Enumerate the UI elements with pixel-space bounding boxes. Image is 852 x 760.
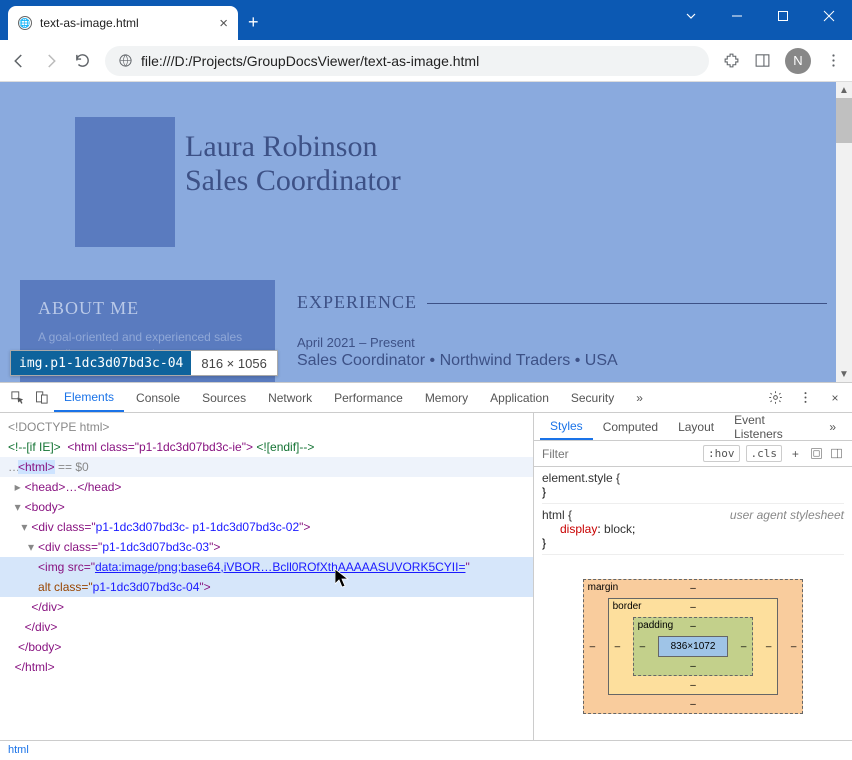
tab-sources[interactable]: Sources	[192, 383, 256, 412]
person-name: Laura Robinson	[185, 130, 377, 164]
devtools: Elements Console Sources Network Perform…	[0, 382, 852, 760]
experience-section: EXPERIENCE April 2021 – Present Sales Co…	[297, 292, 827, 370]
tab-elements[interactable]: Elements	[54, 383, 124, 412]
tab-title: text-as-image.html	[40, 16, 211, 30]
devtools-menu-icon[interactable]	[794, 387, 816, 409]
reload-button[interactable]	[74, 52, 91, 69]
tooltip-dimensions: 816 × 1056	[191, 356, 276, 371]
cls-toggle[interactable]: .cls	[746, 445, 783, 462]
tabs-overflow-icon[interactable]: »	[626, 383, 653, 412]
extensions-icon[interactable]	[723, 52, 740, 69]
page-viewport: Laura Robinson Sales Coordinator ABOUT M…	[0, 82, 852, 382]
tab-styles[interactable]: Styles	[540, 413, 593, 440]
page-icon: 🌐	[18, 16, 32, 30]
tab-performance[interactable]: Performance	[324, 383, 413, 412]
about-heading: ABOUT ME	[38, 298, 257, 319]
back-button[interactable]	[10, 52, 28, 70]
toggle-panel-icon[interactable]	[829, 443, 844, 465]
person-role: Sales Coordinator	[185, 164, 401, 198]
scroll-up-icon[interactable]: ▲	[836, 82, 852, 98]
photo-placeholder	[75, 117, 175, 247]
scroll-down-icon[interactable]: ▼	[836, 366, 852, 382]
dom-doctype: <!DOCTYPE html>	[8, 420, 109, 434]
styles-tabs: Styles Computed Layout Event Listeners »	[534, 413, 852, 441]
tab-network[interactable]: Network	[258, 383, 322, 412]
inspect-tooltip: img.p1-1dc3d07bd3c-04 816 × 1056	[10, 350, 278, 376]
devtools-close-icon[interactable]: ×	[824, 387, 846, 409]
scrollbar-thumb[interactable]	[836, 98, 852, 143]
tab-memory[interactable]: Memory	[415, 383, 478, 412]
address-bar: file:///D:/Projects/GroupDocsViewer/text…	[0, 40, 852, 82]
tab-event-listeners[interactable]: Event Listeners	[724, 413, 819, 440]
viewport-scrollbar[interactable]: ▲ ▼	[836, 82, 852, 382]
close-window-button[interactable]	[806, 0, 852, 32]
browser-tab[interactable]: 🌐 text-as-image.html ×	[8, 6, 238, 40]
styles-filter-input[interactable]	[542, 447, 697, 461]
side-panel-icon[interactable]	[754, 52, 771, 69]
forward-button[interactable]	[42, 52, 60, 70]
dropdown-icon[interactable]	[668, 0, 714, 32]
box-model: margin –––– border –––– padding –––– 836…	[542, 559, 844, 734]
css-rules[interactable]: element.style { } html {user agent style…	[534, 467, 852, 740]
elements-panel[interactable]: <!DOCTYPE html> <!--[if IE]> <html class…	[0, 413, 534, 740]
inspect-element-icon[interactable]	[6, 387, 28, 409]
experience-date: April 2021 – Present	[297, 335, 827, 350]
experience-position: Sales Coordinator • Northwind Traders • …	[297, 352, 827, 370]
window-titlebar: 🌐 text-as-image.html × +	[0, 0, 852, 40]
box-content: 836×1072	[658, 636, 729, 657]
styles-panel: Styles Computed Layout Event Listeners »…	[534, 413, 852, 740]
tooltip-selector: img.p1-1dc3d07bd3c-04	[11, 351, 191, 375]
tab-console[interactable]: Console	[126, 383, 190, 412]
file-icon	[117, 53, 133, 69]
styles-filter-bar: :hov .cls +	[534, 441, 852, 467]
tab-security[interactable]: Security	[561, 383, 624, 412]
tab-application[interactable]: Application	[480, 383, 559, 412]
tab-layout[interactable]: Layout	[668, 413, 724, 440]
close-tab-icon[interactable]: ×	[219, 15, 228, 32]
hov-toggle[interactable]: :hov	[703, 445, 740, 462]
kebab-menu-icon[interactable]	[825, 52, 842, 69]
new-tab-button[interactable]: +	[248, 12, 259, 33]
new-rule-icon[interactable]: +	[788, 443, 803, 465]
styles-overflow-icon[interactable]: »	[819, 413, 846, 440]
url-box[interactable]: file:///D:/Projects/GroupDocsViewer/text…	[105, 46, 709, 76]
profile-avatar[interactable]: N	[785, 48, 811, 74]
window-buttons	[668, 0, 852, 32]
settings-icon[interactable]	[764, 387, 786, 409]
devtools-tabs: Elements Console Sources Network Perform…	[0, 383, 852, 413]
computed-panel-icon[interactable]	[809, 443, 824, 465]
rule-selector: element.style {	[542, 471, 844, 485]
maximize-button[interactable]	[760, 0, 806, 32]
url-text: file:///D:/Projects/GroupDocsViewer/text…	[141, 53, 479, 69]
divider	[427, 303, 827, 304]
device-toolbar-icon[interactable]	[30, 387, 52, 409]
dom-breadcrumb[interactable]: html	[0, 740, 852, 760]
experience-heading: EXPERIENCE	[297, 292, 417, 313]
minimize-button[interactable]	[714, 0, 760, 32]
dom-selected-line[interactable]: <img src="data:image/png;base64,iVBOR…Bc…	[0, 557, 533, 577]
tab-computed[interactable]: Computed	[593, 413, 668, 440]
